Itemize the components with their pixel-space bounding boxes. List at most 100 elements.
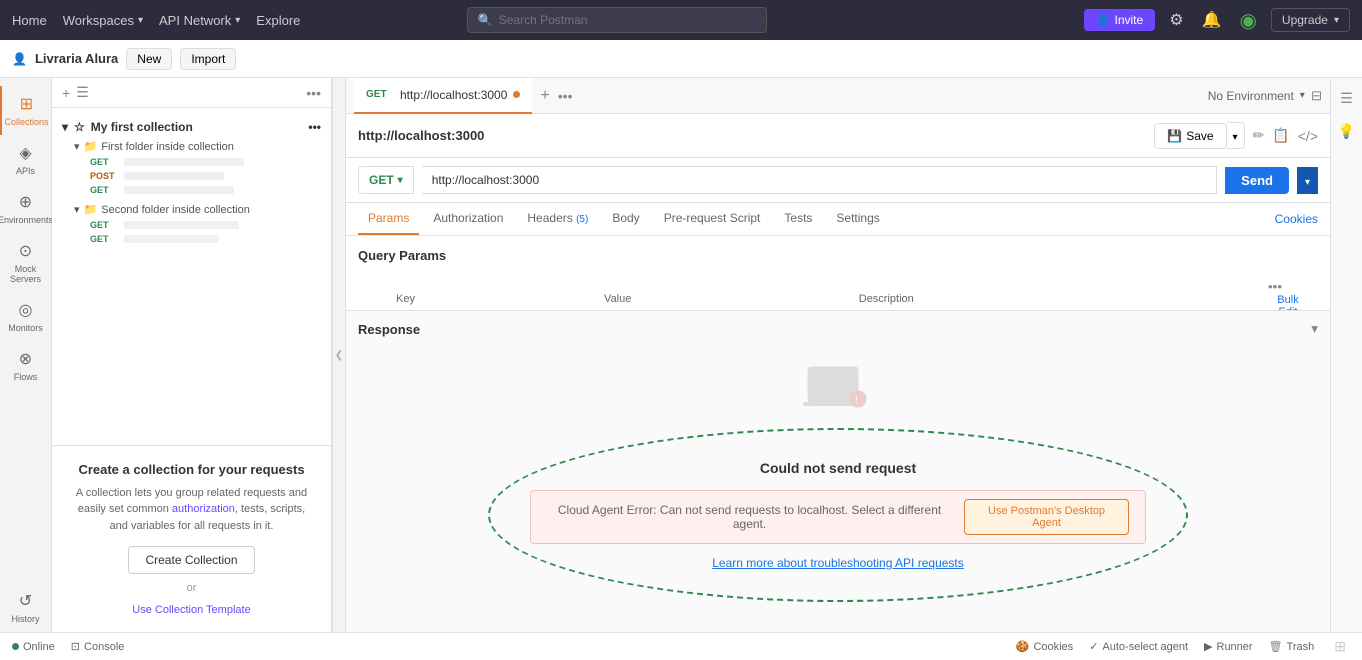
method-badge-get: GET [90, 157, 118, 167]
notes-button[interactable]: 📋 [1272, 127, 1289, 144]
folder-first[interactable]: ▾ 📁 First folder inside collection [52, 138, 331, 155]
sidebar-item-mock-servers[interactable]: ⊙ Mock Servers [0, 233, 51, 292]
add-collection-button[interactable]: + [62, 85, 70, 101]
use-template-link[interactable]: Use Collection Template [132, 604, 250, 616]
top-nav-right: 👤 Invite ⚙ 🔔 ◉ Upgrade ▾ [1084, 4, 1350, 37]
flows-icon: ⊗ [19, 349, 32, 369]
nav-explore[interactable]: Explore [256, 13, 300, 28]
learn-more-link[interactable]: Learn more about troubleshooting API req… [712, 556, 964, 570]
sidebar-item-environments[interactable]: ⊕ Environments [0, 184, 51, 233]
nav-workspaces[interactable]: Workspaces ▾ [63, 13, 143, 28]
right-sidebar-settings-button[interactable]: ☰ [1336, 86, 1357, 111]
response-collapse-button[interactable]: ▾ [1311, 321, 1318, 337]
bulk-edit-button[interactable]: Bulk Edit [1268, 294, 1308, 310]
environment-selector: No Environment ▾ ⊟ [1208, 88, 1322, 104]
response-title: Response [358, 322, 1303, 337]
params-more-button[interactable]: ••• [1268, 279, 1282, 294]
svg-text:!: ! [855, 395, 858, 406]
method-select[interactable]: GET ▾ [358, 166, 414, 194]
sidebar-item-collections[interactable]: ⊞ Collections [0, 86, 51, 135]
sidebar-item-flows[interactable]: ⊗ Flows [0, 341, 51, 390]
send-button[interactable]: Send [1225, 167, 1289, 194]
folder-icon: 📁 [84, 203, 98, 216]
trash-button[interactable]: 🗑 Trash [1269, 640, 1315, 653]
tab-tests[interactable]: Tests [774, 203, 822, 235]
sidebar-item-apis[interactable]: ◈ APIs [0, 135, 51, 184]
search-input[interactable] [499, 13, 756, 27]
save-dropdown-button[interactable]: ▾ [1227, 122, 1245, 149]
request-item[interactable]: GET [52, 218, 331, 232]
save-button[interactable]: 💾 Save [1154, 123, 1226, 149]
top-navigation: Home Workspaces ▾ API Network ▾ Explore … [0, 0, 1362, 40]
desktop-agent-button[interactable]: Use Postman's Desktop Agent [964, 499, 1129, 535]
request-item[interactable]: GET [52, 232, 331, 246]
workspace-bar: 👤 Livraria Alura New Import [0, 40, 1362, 78]
tab-settings[interactable]: Settings [826, 203, 889, 235]
main-content: GET http://localhost:3000 + ••• No Envir… [346, 78, 1330, 632]
history-icon: ↺ [19, 591, 32, 611]
invite-button[interactable]: 👤 Invite [1084, 9, 1156, 31]
panel-collapse-handle[interactable]: ❮ [332, 78, 346, 632]
tab-pre-request-script[interactable]: Pre-request Script [654, 203, 771, 235]
right-sidebar-lightbulb-button[interactable]: 💡 [1334, 119, 1359, 144]
edit-pencil-button[interactable]: ✏ [1253, 127, 1265, 144]
tab-localhost-3000[interactable]: GET http://localhost:3000 [354, 78, 532, 114]
main-layout: ⊞ Collections ◈ APIs ⊕ Environments ⊙ Mo… [0, 78, 1362, 632]
nav-api-network[interactable]: API Network ▾ [159, 13, 240, 28]
cookies-link[interactable]: Cookies [1275, 212, 1318, 226]
create-collection-button[interactable]: Create Collection [128, 546, 254, 574]
url-bar-area: http://localhost:3000 💾 Save ▾ ✏ 📋 </> [346, 114, 1330, 158]
auto-select-agent-button[interactable]: ✓ Auto-select agent [1089, 640, 1188, 653]
collection-my-first[interactable]: ▾ ☆ My first collection ••• [52, 116, 331, 138]
folder-second[interactable]: ▾ 📁 Second folder inside collection [52, 201, 331, 218]
tab-params[interactable]: Params [358, 203, 419, 235]
request-item[interactable]: GET [52, 155, 331, 169]
method-badge-post: POST [90, 171, 118, 181]
tab-authorization[interactable]: Authorization [423, 203, 513, 235]
sidebar-item-history[interactable]: ↺ History [0, 583, 51, 632]
collections-more-button[interactable]: ••• [306, 85, 321, 101]
nav-home[interactable]: Home [12, 13, 47, 28]
apis-icon: ◈ [19, 143, 31, 163]
tab-more-button[interactable]: ••• [558, 88, 573, 104]
cookies-status-button[interactable]: 🍪 Cookies [1016, 640, 1073, 653]
import-button[interactable]: Import [180, 48, 236, 70]
request-item[interactable]: GET [52, 183, 331, 197]
workspace-name: Livraria Alura [35, 51, 118, 66]
error-illustration-svg: ! [798, 357, 878, 417]
tab-body[interactable]: Body [602, 203, 649, 235]
trash-icon: 🗑 [1269, 640, 1283, 653]
save-controls: 💾 Save ▾ [1154, 122, 1244, 149]
send-chevron-icon: ▾ [1305, 177, 1310, 188]
notifications-icon[interactable]: 🔔 [1198, 6, 1226, 34]
sidebar-item-monitors[interactable]: ◎ Monitors [0, 292, 51, 341]
runner-button[interactable]: ▶ Runner [1204, 640, 1253, 653]
filter-collections-button[interactable]: ☰ [76, 84, 89, 101]
error-title: Could not send request [530, 460, 1146, 476]
send-dropdown-button[interactable]: ▾ [1297, 167, 1318, 194]
settings-icon[interactable]: ⚙ [1165, 6, 1187, 34]
authorization-link[interactable]: authorization [172, 503, 235, 515]
runner-icon: ▶ [1204, 640, 1212, 653]
new-button[interactable]: New [126, 48, 172, 70]
upgrade-button[interactable]: Upgrade ▾ [1271, 8, 1350, 32]
url-input[interactable] [422, 166, 1217, 194]
console-button[interactable]: ⊡ Console [71, 640, 125, 653]
error-bubble: Could not send request Cloud Agent Error… [488, 428, 1188, 602]
online-status[interactable]: Online [12, 641, 55, 653]
error-message-text: Cloud Agent Error: Can not send requests… [547, 503, 952, 531]
code-button[interactable]: </> [1298, 128, 1318, 144]
avatar-icon[interactable]: ◉ [1235, 4, 1260, 37]
request-item[interactable]: POST [52, 169, 331, 183]
search-bar: 🔍 [467, 7, 767, 33]
console-icon: ⊡ [71, 640, 80, 653]
environment-dropdown-button[interactable]: ⊟ [1311, 88, 1322, 104]
request-url-placeholder [124, 221, 239, 229]
invite-icon: 👤 [1096, 13, 1111, 27]
add-tab-button[interactable]: + [534, 87, 555, 105]
folder-icon: 📁 [84, 140, 98, 153]
tab-headers[interactable]: Headers (5) [517, 203, 598, 235]
grid-view-button[interactable]: ⊞ [1330, 634, 1350, 659]
query-params-title: Query Params [358, 248, 1318, 263]
collection-expand-icon: ▾ [62, 120, 68, 134]
